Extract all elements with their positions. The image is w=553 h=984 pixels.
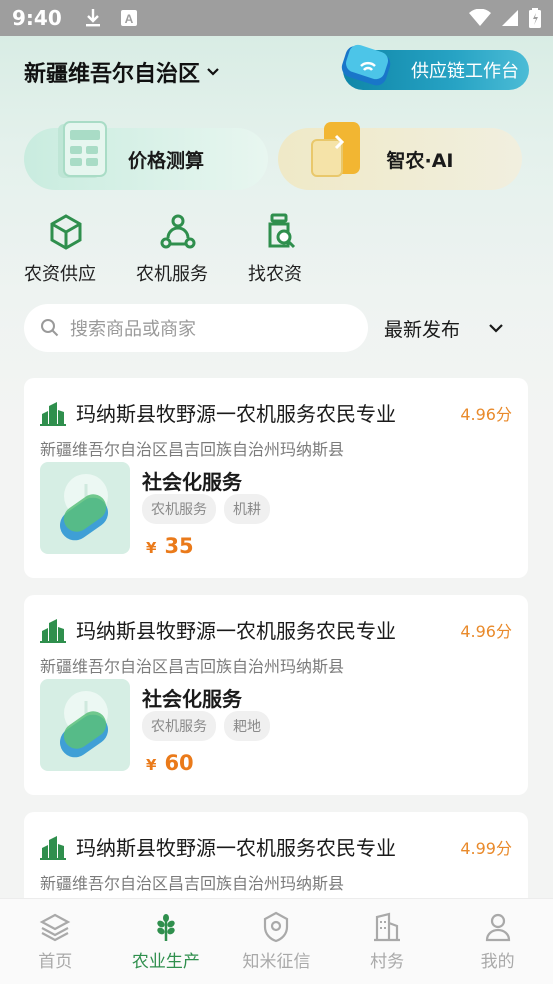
search-input[interactable]: 搜索商品或商家	[24, 304, 368, 352]
service-tag: 耙地	[224, 711, 270, 741]
tab-credit[interactable]: 知米征信	[221, 899, 332, 974]
shop-building-icon	[40, 835, 66, 860]
quick-link-machinery[interactable]: 农机服务	[136, 212, 248, 286]
tab-agri-production[interactable]: 农业生产	[111, 899, 222, 974]
service-tag: 农机服务	[142, 711, 216, 741]
price-value: 60	[164, 751, 194, 775]
sort-label: 最新发布	[384, 318, 461, 341]
badge-icon	[264, 911, 289, 943]
service-image	[59, 691, 109, 758]
search-placeholder: 搜索商品或商家	[70, 319, 196, 340]
ai-device-icon	[311, 122, 360, 177]
shop-name: 玛纳斯县牧野源一农机服务农民专业	[76, 836, 396, 860]
tab-village-affairs[interactable]: 村务	[332, 899, 443, 974]
tab-label: 我的	[480, 952, 515, 972]
smart-ai-card[interactable]: 智农·AI	[278, 122, 522, 190]
feature-cards: 价格测算 智农·AI	[24, 121, 522, 190]
price-calculation-card[interactable]: 价格测算	[24, 121, 268, 190]
smart-ai-label: 智农·AI	[386, 149, 454, 172]
listing-card[interactable]: 玛纳斯县牧野源一农机服务农民专业 4.99分 新疆维吾尔自治区昌吉回族自治州玛纳…	[24, 812, 528, 898]
status-time: 9:40	[12, 6, 62, 30]
service-tags: 农机服务 机耕	[142, 494, 270, 524]
download-icon	[85, 9, 100, 27]
quick-link-supply[interactable]: 农资供应	[24, 212, 136, 286]
shop-name: 玛纳斯县牧野源一农机服务农民专业	[76, 619, 396, 643]
supply-chain-button[interactable]: 供应链工作台	[341, 44, 529, 90]
wifi-icon	[469, 9, 491, 26]
shop-rating: 4.99分	[460, 838, 512, 858]
status-bar: 9:40 A	[0, 0, 553, 36]
person-icon	[485, 913, 510, 942]
service-thumbnail	[40, 462, 130, 554]
shop-rating: 4.96分	[460, 404, 512, 424]
quick-link-label: 农机服务	[136, 264, 208, 285]
region-label: 新疆维吾尔自治区	[24, 62, 201, 87]
font-a-icon: A	[120, 10, 137, 26]
header: 新疆维吾尔自治区 供应链工作台	[24, 44, 529, 92]
supply-chain-label: 供应链工作台	[411, 61, 519, 82]
calculator-icon	[58, 121, 107, 178]
service-price: ¥ 35	[146, 534, 194, 558]
listing-card[interactable]: 玛纳斯县牧野源一农机服务农民专业 4.96分 新疆维吾尔自治区昌吉回族自治州玛纳…	[24, 378, 528, 578]
service-price: ¥ 60	[146, 751, 194, 775]
home-indicator-area	[0, 974, 553, 984]
quick-link-label: 农资供应	[24, 264, 96, 285]
price-value: 35	[164, 534, 194, 558]
service-thumbnail	[40, 679, 130, 771]
shop-address: 新疆维吾尔自治区昌吉回族自治州玛纳斯县	[40, 657, 345, 676]
price-calculation-label: 价格测算	[127, 149, 204, 172]
service-tags: 农机服务 耙地	[142, 711, 270, 741]
service-title: 社会化服务	[142, 470, 242, 494]
quick-link-find-supplies[interactable]: 找农资	[248, 212, 360, 286]
box-cube-icon	[50, 214, 82, 250]
service-tag: 机耕	[224, 494, 270, 524]
shop-address: 新疆维吾尔自治区昌吉回族自治州玛纳斯县	[40, 440, 345, 459]
tab-home[interactable]: 首页	[0, 899, 111, 974]
bottom-tab-bar: 首页 农业生产 知米征信 村务 我的	[0, 898, 553, 974]
layers-icon	[39, 913, 71, 942]
region-selector[interactable]: 新疆维吾尔自治区	[24, 56, 220, 88]
building-icon	[374, 912, 401, 942]
signal-icon	[502, 10, 518, 26]
quick-links: 农资供应 农机服务 找农资	[24, 212, 360, 286]
chevron-down-icon	[489, 324, 503, 333]
shop-name: 玛纳斯县牧野源一农机服务农民专业	[76, 402, 396, 426]
service-tag: 农机服务	[142, 494, 216, 524]
tab-label: 首页	[38, 952, 73, 972]
listing-card[interactable]: 玛纳斯县牧野源一农机服务农民专业 4.96分 新疆维吾尔自治区昌吉回族自治州玛纳…	[24, 595, 528, 795]
search-icon	[41, 319, 59, 337]
tab-label: 农业生产	[131, 952, 200, 972]
wheat-icon	[157, 914, 175, 941]
currency-symbol: ¥	[146, 756, 157, 774]
quick-link-label: 找农资	[248, 264, 302, 285]
tractor-service-icon	[160, 214, 196, 249]
shop-building-icon	[40, 618, 66, 643]
svg-text:A: A	[124, 12, 133, 26]
shop-address: 新疆维吾尔自治区昌吉回族自治州玛纳斯县	[40, 874, 345, 893]
service-title: 社会化服务	[142, 687, 242, 711]
sort-dropdown[interactable]: 最新发布	[384, 315, 504, 342]
shop-building-icon	[40, 401, 66, 426]
shop-rating: 4.96分	[460, 621, 512, 641]
tab-mine[interactable]: 我的	[442, 899, 553, 974]
listing-list: 玛纳斯县牧野源一农机服务农民专业 4.96分 新疆维吾尔自治区昌吉回族自治州玛纳…	[24, 378, 528, 898]
chevron-down-icon	[207, 68, 219, 76]
tab-label: 村务	[370, 952, 405, 972]
service-image	[59, 474, 109, 541]
wifi-box-icon	[341, 44, 391, 86]
currency-symbol: ¥	[146, 539, 157, 557]
bottle-search-icon	[268, 213, 296, 249]
battery-icon	[529, 8, 541, 28]
search-row: 搜索商品或商家 最新发布	[24, 304, 524, 352]
tab-label: 知米征信	[242, 952, 311, 972]
